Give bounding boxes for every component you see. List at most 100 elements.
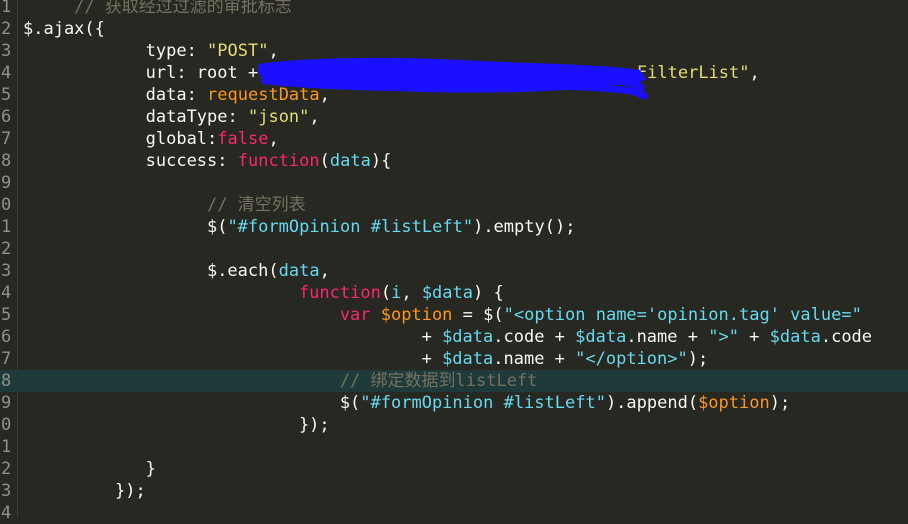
token-builtin: data [329, 151, 371, 171]
token-builtin: $data [442, 327, 494, 347]
code-line[interactable]: 1 // 获取经过过滤的审批标志 [0, 0, 908, 18]
token-default: global: [145, 129, 218, 149]
token-strcode: ">" [708, 327, 739, 347]
token-default: $.ajax({ [23, 19, 105, 39]
code-line[interactable]: 5 var $option = $("<option name='opinion.… [0, 304, 908, 326]
code-line[interactable]: 6 + $data.code + $data.name + ">" + $data… [0, 326, 908, 348]
code-text: success: function(data){ [146, 150, 392, 172]
line-number: 9 [1, 173, 12, 193]
code-text: $.ajax({ [23, 18, 105, 40]
line-number: 6 [1, 107, 12, 127]
token-default: .name + [493, 349, 576, 369]
line-number: 0 [1, 195, 12, 215]
token-default: .code + [493, 327, 576, 347]
token-builtin: $data [421, 283, 473, 303]
code-line[interactable]: 2} [0, 458, 908, 480]
token-default: , [401, 283, 422, 303]
token-default: , [319, 261, 330, 281]
line-number: 7 [1, 129, 12, 149]
token-strcode: "<option name='opinion.tag' value=" [503, 305, 862, 325]
token-keyword: false [217, 129, 269, 149]
code-line[interactable]: 2 [0, 238, 908, 260]
line-number: 9 [1, 393, 12, 413]
code-line[interactable]: 9 [0, 172, 908, 194]
token-keyword: function [298, 283, 381, 303]
token-default: + [738, 327, 770, 347]
token-default: dataType: [145, 107, 248, 127]
code-line[interactable]: 3 $.each(data, [0, 260, 908, 282]
token-default: , [309, 107, 320, 127]
code-line[interactable]: 1 [0, 436, 908, 458]
token-default: ); [687, 349, 709, 369]
line-number: 2 [1, 19, 12, 39]
code-text: // 清空列表 [207, 194, 306, 216]
token-keyword: function [237, 151, 320, 171]
token-builtin: $data [769, 327, 821, 347]
token-param: $option [380, 305, 453, 325]
code-line[interactable]: 1 $("#formOpinion #listLeft").empty(); [0, 216, 908, 238]
line-number: 0 [1, 415, 12, 435]
code-text: var $option = $("<option name='opinion.t… [340, 304, 862, 326]
line-number: 3 [1, 261, 12, 281]
line-number: 3 [1, 481, 12, 501]
token-default: + [421, 327, 443, 347]
code-line[interactable]: 0 // 清空列表 [0, 194, 908, 216]
code-editor[interactable]: 1 // 获取经过过滤的审批标志 2 $.ajax({3 type: "POST", 4 u… [0, 0, 908, 523]
line-number: 8 [1, 151, 12, 171]
code-line[interactable]: 4 url: root + "/ FilterList", [0, 62, 908, 84]
code-line[interactable]: 2 $.ajax({ [0, 18, 908, 40]
line-number: 2 [1, 459, 12, 479]
code-line[interactable]: 3 type: "POST", [0, 40, 908, 62]
code-line[interactable]: 4 function(i, $data) { [0, 282, 908, 304]
code-line[interactable]: 0}); [0, 414, 908, 436]
token-strcode: "#formOpinion #listLeft" [360, 393, 606, 413]
line-number: 1 [1, 437, 12, 457]
token-default: .name + [626, 327, 709, 347]
code-text: + $data.code + $data.name + ">" + $data.… [422, 326, 872, 348]
token-comment: // 获取经过过滤的审批标志 [74, 0, 292, 17]
line-number: 2 [1, 239, 12, 259]
token-param: requestData [207, 85, 320, 105]
token-default: , [268, 129, 279, 149]
line-number: 6 [1, 327, 12, 347]
code-text: function(i, $data) { [299, 282, 504, 304]
token-default: data: [145, 85, 208, 105]
code-text: global:false, [146, 128, 279, 150]
code-line[interactable]: 5 data: requestData, [0, 84, 908, 106]
code-text: $("#formOpinion #listLeft").append($opti… [340, 392, 790, 414]
token-strcode: "#formOpinion #listLeft" [227, 217, 474, 237]
code-line[interactable]: 8 // 绑定数据到listLeft [0, 370, 908, 392]
token-default: = $( [452, 305, 504, 325]
token-default: }); [114, 481, 146, 501]
token-param: $option [698, 393, 770, 413]
token-default: ( [319, 151, 330, 171]
code-line[interactable]: 9 $("#formOpinion #listLeft").append($opt… [0, 392, 908, 414]
token-builtin: data [278, 261, 320, 281]
token-strcode: "</option>" [575, 349, 688, 369]
code-line[interactable]: 8 success: function(data){ [0, 150, 908, 172]
token-default: ).empty(); [473, 217, 576, 237]
code-text: }); [115, 480, 146, 502]
token-comment: // 清空列表 [206, 195, 306, 215]
token-default: , [749, 63, 760, 83]
token-default: ); [769, 393, 791, 413]
token-default: ){ [370, 151, 392, 171]
token-string: "/ FilterList" [268, 63, 750, 83]
code-line[interactable]: 3}); [0, 480, 908, 502]
code-line[interactable]: 6 dataType: "json", [0, 106, 908, 128]
line-number: 4 [1, 63, 12, 83]
line-number: 7 [1, 349, 12, 369]
token-comment: // 绑定数据到listLeft [339, 371, 538, 391]
token-builtin: $data [575, 327, 627, 347]
line-number: 8 [1, 371, 12, 391]
code-text: $("#formOpinion #listLeft").empty(); [207, 216, 575, 238]
token-default: ) { [473, 283, 504, 303]
token-default: , [268, 41, 279, 61]
token-default: .code [820, 327, 873, 347]
token-default: } [145, 459, 156, 479]
code-line[interactable]: 7 global:false, [0, 128, 908, 150]
token-default: $( [339, 393, 361, 413]
token-builtin: i [391, 283, 402, 303]
code-line[interactable]: 4 [0, 502, 908, 524]
code-line[interactable]: 7 + $data.name + "</option>"); [0, 348, 908, 370]
